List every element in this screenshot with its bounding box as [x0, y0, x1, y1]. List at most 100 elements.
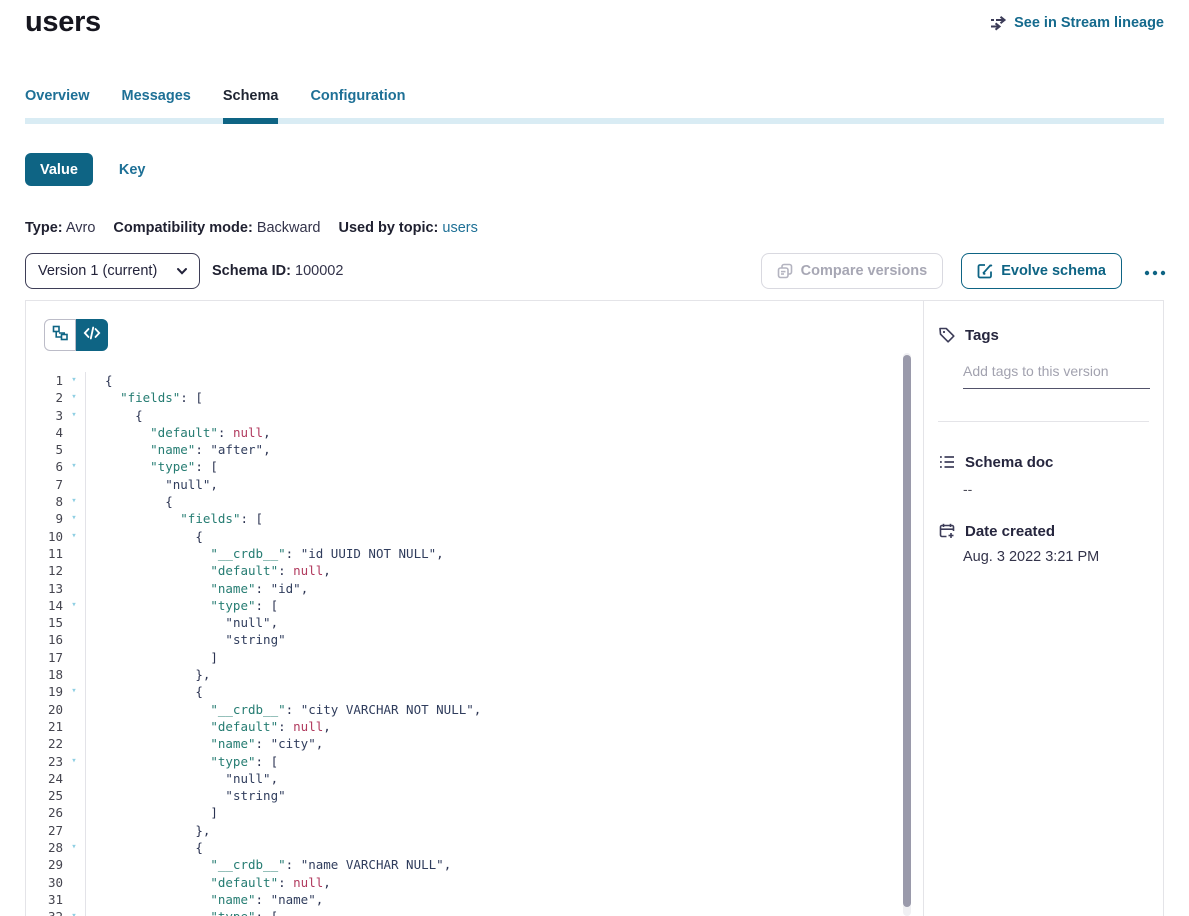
fold-toggle-icon: [63, 631, 85, 648]
line-number: 30: [26, 874, 63, 891]
fold-toggle-icon: [63, 822, 85, 839]
line-number: 2: [26, 389, 63, 406]
code-text: ]: [86, 649, 218, 666]
page-title: users: [25, 6, 101, 39]
code-line: 22 "name": "city",: [26, 735, 923, 752]
stream-lineage-link[interactable]: See in Stream lineage: [990, 15, 1164, 31]
line-number: 8: [26, 493, 63, 510]
evolve-schema-button[interactable]: Evolve schema: [961, 253, 1122, 289]
fold-toggle-icon[interactable]: ▾: [63, 389, 85, 406]
line-number: 28: [26, 839, 63, 856]
tab-schema[interactable]: Schema: [223, 88, 279, 118]
schema-panel: 1▾{2▾ "fields": [3▾ {4 "default": null,5…: [25, 300, 1164, 916]
fold-toggle-icon: [63, 787, 85, 804]
ellipsis-icon: [1144, 264, 1166, 279]
tab-configuration[interactable]: Configuration: [310, 88, 405, 118]
code-text: "null",: [86, 614, 278, 631]
line-number: 20: [26, 701, 63, 718]
code-line: 9▾ "fields": [: [26, 510, 923, 527]
scrollbar-track[interactable]: [903, 353, 911, 916]
line-number: 26: [26, 804, 63, 821]
calendar-plus-icon: [938, 522, 956, 540]
fold-toggle-icon: [63, 701, 85, 718]
code-text: "fields": [: [86, 510, 263, 527]
fold-toggle-icon[interactable]: ▾: [63, 839, 85, 856]
tree-view-button[interactable]: [44, 319, 76, 351]
code-text: "fields": [: [86, 389, 203, 406]
line-number: 16: [26, 631, 63, 648]
code-line: 15 "null",: [26, 614, 923, 631]
code-view-icon: [83, 324, 101, 347]
fold-toggle-icon[interactable]: ▾: [63, 372, 85, 389]
code-editor[interactable]: 1▾{2▾ "fields": [3▾ {4 "default": null,5…: [26, 372, 923, 916]
schema-meta: Type: Avro Compatibility mode: Backward …: [25, 220, 478, 236]
line-number: 22: [26, 735, 63, 752]
scrollbar-thumb[interactable]: [903, 355, 911, 907]
line-number: 7: [26, 476, 63, 493]
code-text: "type": [: [86, 597, 278, 614]
code-text: "type": [: [86, 753, 278, 770]
tree-view-icon: [51, 324, 69, 347]
sidebar-divider: [938, 421, 1149, 422]
fold-toggle-icon[interactable]: ▾: [63, 458, 85, 475]
fold-toggle-icon[interactable]: ▾: [63, 597, 85, 614]
schema-id-value: 100002: [295, 263, 343, 279]
meta-compatibility-label: Compatibility mode:: [113, 220, 252, 236]
meta-compatibility-value: Backward: [257, 220, 321, 236]
code-text: "name": "city",: [86, 735, 323, 752]
code-line: 30 "default": null,: [26, 874, 923, 891]
value-toggle-button[interactable]: Value: [25, 153, 93, 186]
code-line: 29 "__crdb__": "name VARCHAR NULL",: [26, 856, 923, 873]
code-text: {: [86, 839, 203, 856]
code-line: 31 "name": "name",: [26, 891, 923, 908]
fold-toggle-icon: [63, 545, 85, 562]
stream-lineage-icon: [990, 15, 1007, 31]
fold-toggle-icon[interactable]: ▾: [63, 753, 85, 770]
fold-toggle-icon: [63, 735, 85, 752]
meta-topic-label: Used by topic:: [338, 220, 438, 236]
fold-toggle-icon[interactable]: ▾: [63, 510, 85, 527]
line-number: 13: [26, 580, 63, 597]
code-line: 8▾ {: [26, 493, 923, 510]
code-text: },: [86, 822, 210, 839]
tab-overview[interactable]: Overview: [25, 88, 90, 118]
fold-toggle-icon[interactable]: ▾: [63, 528, 85, 545]
code-text: "name": "name",: [86, 891, 323, 908]
code-line: 4 "default": null,: [26, 424, 923, 441]
tags-input[interactable]: [963, 363, 1150, 389]
fold-toggle-icon[interactable]: ▾: [63, 493, 85, 510]
code-text: "default": null,: [86, 718, 331, 735]
schema-doc-heading: Schema doc: [938, 453, 1149, 471]
line-number: 17: [26, 649, 63, 666]
line-number: 6: [26, 458, 63, 475]
code-line: 20 "__crdb__": "city VARCHAR NOT NULL",: [26, 701, 923, 718]
more-actions-button[interactable]: [1140, 264, 1170, 279]
code-line: 32▾ "type": [: [26, 908, 923, 916]
code-view-button[interactable]: [76, 319, 108, 351]
compare-versions-label: Compare versions: [801, 263, 928, 279]
fold-toggle-icon[interactable]: ▾: [63, 683, 85, 700]
subject-toggle: Value Key: [25, 153, 146, 186]
fold-toggle-icon: [63, 441, 85, 458]
meta-topic-link[interactable]: users: [442, 220, 477, 236]
key-toggle-link[interactable]: Key: [119, 162, 146, 178]
code-text: "name": "id",: [86, 580, 308, 597]
fold-toggle-icon: [63, 666, 85, 683]
version-select[interactable]: Version 1 (current): [25, 253, 200, 289]
fold-toggle-icon[interactable]: ▾: [63, 908, 85, 916]
tab-messages[interactable]: Messages: [122, 88, 191, 118]
schema-doc-title: Schema doc: [965, 454, 1053, 471]
meta-type-value: Avro: [66, 220, 96, 236]
line-number: 9: [26, 510, 63, 527]
schema-doc-value: --: [963, 481, 1149, 497]
code-text: {: [86, 407, 143, 424]
code-line: 5 "name": "after",: [26, 441, 923, 458]
code-text: "default": null,: [86, 874, 331, 891]
line-number: 19: [26, 683, 63, 700]
view-toggle: [44, 319, 108, 351]
code-text: "name": "after",: [86, 441, 271, 458]
line-number: 25: [26, 787, 63, 804]
fold-toggle-icon: [63, 874, 85, 891]
compare-versions-button[interactable]: Compare versions: [761, 253, 944, 289]
fold-toggle-icon[interactable]: ▾: [63, 407, 85, 424]
